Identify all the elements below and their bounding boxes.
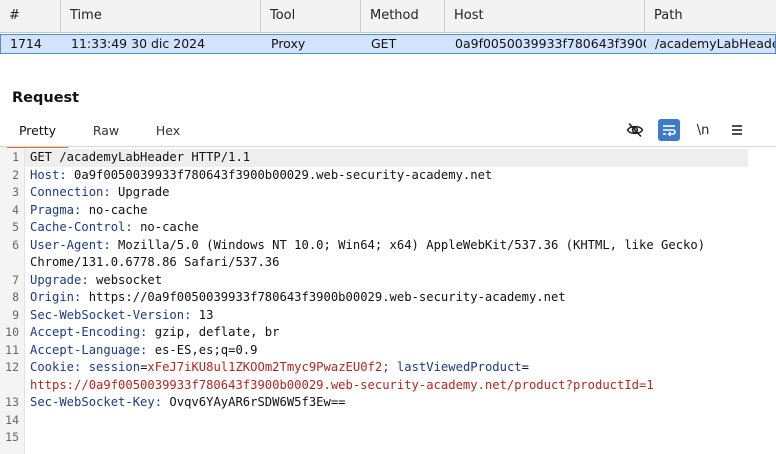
header-value: Ovqv6YAyAR6rSDW6W5f3Ew== [162, 395, 346, 409]
header-line-accept-language: Accept-Language: es-ES,es;q=0.9 [30, 343, 257, 357]
header-key: Sec-WebSocket-Version: [30, 307, 192, 322]
line-number: 10 [5, 325, 19, 339]
header-line-cache-control: Cache-Control: no-cache [30, 220, 199, 234]
header-value: no-cache [81, 202, 148, 217]
line-number: 12 [5, 360, 19, 374]
header-key: Upgrade: [30, 272, 89, 287]
cookie-equals: = [521, 360, 529, 374]
editor-toolbar: \n [612, 119, 748, 141]
header-line-cookie: Cookie: session = xFeJ7iKU8ul1ZKOOm2Tmyc9P… [30, 360, 529, 374]
column-header-number[interactable]: # [0, 0, 61, 32]
header-value: 0a9f0050039933f780643f3900b00029.web-sec… [66, 167, 493, 182]
line-number: 5 [12, 220, 19, 234]
header-key: Origin: [30, 290, 82, 304]
history-table: # Time Tool Method Host Path 1714 11:33:… [0, 0, 776, 54]
history-table-header: # Time Tool Method Host Path [0, 0, 776, 33]
request-line: GET /academyLabHeader HTTP/1.1 [30, 150, 251, 164]
line-number: 11 [5, 342, 19, 357]
header-line-connection: Connection: Upgrade [30, 185, 169, 199]
row-path: /academyLabHeader [655, 36, 775, 51]
newline-toggle-button[interactable]: \n [692, 119, 714, 141]
header-key: Pragma: [30, 202, 82, 217]
line-number: 2 [12, 167, 19, 182]
hide-icon[interactable] [624, 119, 646, 141]
header-value: Upgrade [110, 185, 170, 199]
line-number: 9 [12, 307, 19, 322]
header-line-pragma: Pragma: no-cache [30, 203, 147, 217]
header-value: websocket [88, 272, 163, 287]
header-key: Cookie: [30, 360, 82, 374]
header-key: Cache-Control: [30, 220, 133, 234]
tabs-divider [0, 146, 776, 147]
header-line-ws-version: Sec-WebSocket-Version: 13 [30, 308, 213, 322]
column-header-time[interactable]: Time [61, 0, 261, 32]
row-time: 11:33:49 30 dic 2024 [71, 36, 206, 51]
line-number: 3 [12, 185, 19, 199]
header-line-user-agent-continued: Chrome/131.0.6778.86 Safari/537.36 [30, 255, 280, 269]
wrap-lines-icon[interactable] [658, 119, 680, 141]
tab-pretty[interactable]: Pretty [7, 118, 68, 148]
cookie-value-continued: https://0a9f0050039933f780643f3900b00029… [30, 377, 654, 392]
row-method: GET [371, 36, 397, 51]
tab-hex[interactable]: Hex [143, 118, 193, 146]
row-host: 0a9f0050039933f780643f3900 [455, 36, 646, 51]
row-number: 1714 [10, 36, 42, 51]
header-value: no-cache [132, 220, 199, 234]
header-value: 13 [191, 307, 214, 322]
cookie-value: xFeJ7iKU8ul1ZKOOm2Tmyc9PwazEU0f2 [147, 360, 383, 374]
header-key: Connection: [30, 185, 111, 199]
line-number: 4 [12, 202, 19, 217]
tab-raw[interactable]: Raw [80, 118, 132, 146]
line-number: 6 [12, 237, 19, 252]
row-tool: Proxy [271, 36, 306, 51]
header-value: gzip, deflate, br [147, 325, 280, 339]
header-line-user-agent: User-Agent: Mozilla/5.0 (Windows NT 10.0… [30, 238, 705, 252]
menu-icon[interactable] [726, 119, 748, 141]
request-title: Request [12, 90, 80, 106]
column-header-method[interactable]: Method [361, 0, 445, 32]
header-value: es-ES,es;q=0.9 [147, 342, 258, 357]
cookie-name: ; lastViewedProduct [382, 360, 522, 374]
header-line-origin: Origin: https://0a9f0050039933f780643f39… [30, 290, 566, 304]
header-line-accept-encoding: Accept-Encoding: gzip, deflate, br [30, 325, 279, 339]
request-editor[interactable]: 1 2 3 4 5 6 7 8 9 10 11 12 13 14 15 GET … [0, 148, 776, 454]
line-number: 8 [12, 290, 19, 304]
column-header-host[interactable]: Host [445, 0, 645, 32]
column-header-path[interactable]: Path [645, 0, 776, 32]
header-key: Accept-Language: [30, 342, 148, 357]
cookie-name: session [81, 360, 141, 374]
header-key: Accept-Encoding: [30, 325, 148, 339]
header-line-upgrade: Upgrade: websocket [30, 273, 162, 287]
header-value: https://0a9f0050039933f780643f3900b00029… [81, 290, 566, 304]
header-value: Mozilla/5.0 (Windows NT 10.0; Win64; x64… [110, 237, 706, 252]
header-line-ws-key: Sec-WebSocket-Key: Ovqv6YAyAR6rSDW6W5f3E… [30, 395, 346, 409]
line-number: 13 [5, 395, 19, 409]
line-number: 15 [5, 430, 19, 444]
line-number: 14 [5, 412, 19, 427]
column-header-tool[interactable]: Tool [261, 0, 361, 32]
header-key: Sec-WebSocket-Key: [30, 395, 163, 409]
header-key: User-Agent: [30, 237, 111, 252]
header-key: Host: [30, 167, 67, 182]
table-row[interactable]: 1714 11:33:49 30 dic 2024 Proxy GET 0a9f… [0, 34, 776, 54]
line-number: 1 [12, 150, 19, 164]
line-number: 7 [12, 272, 19, 287]
header-line-host: Host: 0a9f0050039933f780643f3900b00029.w… [30, 168, 492, 182]
